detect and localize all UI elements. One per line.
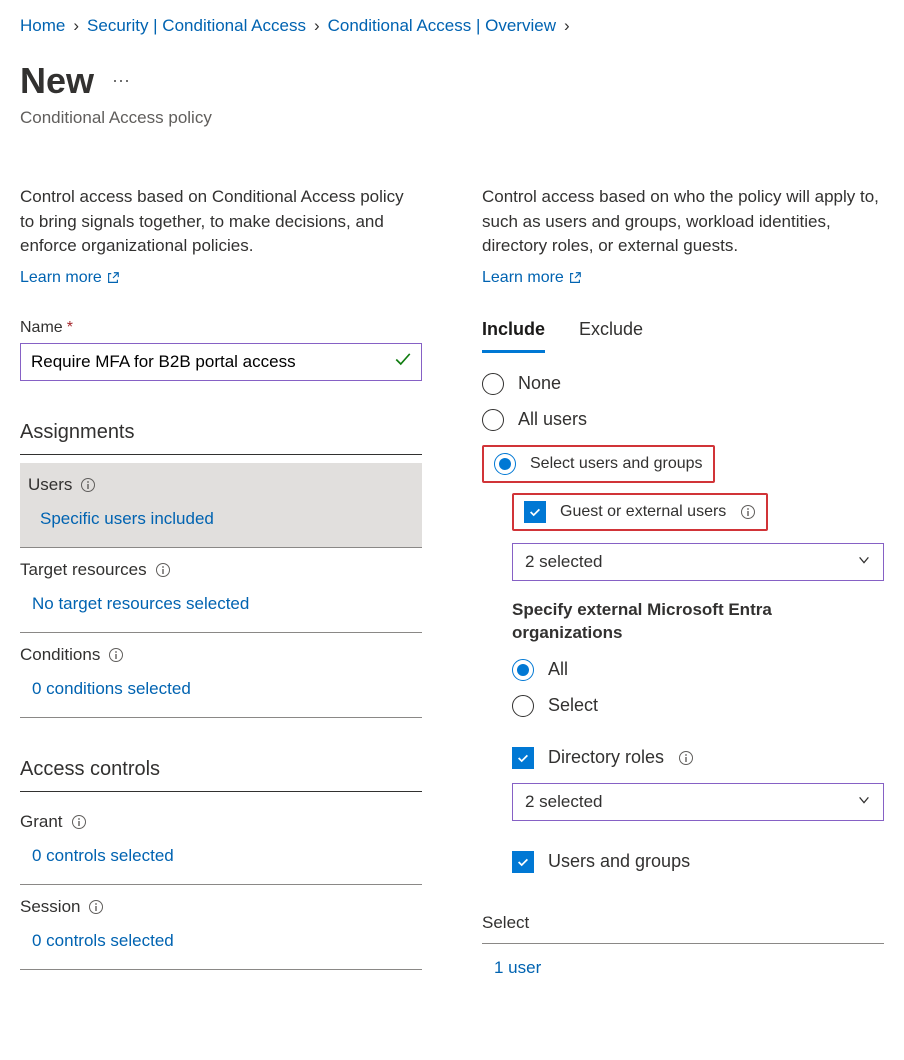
users-config-panel: Control access based on who the policy w… (482, 168, 884, 978)
checkbox-users-groups-label: Users and groups (548, 851, 690, 872)
breadcrumb-security[interactable]: Security | Conditional Access (87, 16, 306, 36)
checkbox-icon[interactable] (524, 501, 546, 523)
users-label: Users (28, 475, 72, 495)
highlight-guest-external: Guest or external users (512, 493, 768, 531)
page-subtitle: Conditional Access policy (20, 108, 884, 128)
more-actions-button[interactable]: ⋯ (112, 72, 132, 90)
target-resources-value[interactable]: No target resources selected (20, 594, 422, 614)
policy-name-input[interactable] (20, 343, 422, 381)
guest-types-dropdown[interactable]: 2 selected (512, 543, 884, 581)
option-org-select[interactable]: Select (512, 695, 884, 717)
option-all-users-label: All users (518, 409, 587, 430)
radio-icon[interactable] (512, 695, 534, 717)
grant-section[interactable]: Grant 0 controls selected (20, 800, 422, 885)
directory-roles-dropdown[interactable]: 2 selected (512, 783, 884, 821)
select-value[interactable]: 1 user (482, 958, 884, 978)
users-intro-text: Control access based on who the policy w… (482, 185, 884, 259)
session-section[interactable]: Session 0 controls selected (20, 885, 422, 970)
checkbox-directory-roles-label: Directory roles (548, 747, 664, 768)
grant-value[interactable]: 0 controls selected (20, 846, 422, 866)
chevron-down-icon (857, 792, 871, 812)
grant-label: Grant (20, 812, 63, 832)
session-value[interactable]: 0 controls selected (20, 931, 422, 951)
tab-exclude[interactable]: Exclude (579, 319, 643, 353)
info-icon[interactable] (88, 899, 104, 915)
option-all-users[interactable]: All users (482, 409, 884, 431)
access-controls-header: Access controls (20, 758, 422, 792)
chevron-right-icon: › (314, 16, 320, 36)
conditions-label: Conditions (20, 645, 100, 665)
checkmark-icon (394, 350, 412, 373)
option-org-all[interactable]: All (512, 659, 884, 681)
external-link-icon (568, 271, 582, 285)
option-org-select-label: Select (548, 695, 598, 716)
checkbox-icon[interactable] (512, 851, 534, 873)
name-label: Name* (20, 319, 422, 337)
tab-include[interactable]: Include (482, 319, 545, 353)
info-icon[interactable] (155, 562, 171, 578)
session-label: Session (20, 897, 80, 917)
directory-roles-value: 2 selected (525, 792, 603, 812)
info-icon[interactable] (678, 750, 694, 766)
learn-more-link-users[interactable]: Learn more (482, 269, 582, 287)
target-resources-section[interactable]: Target resources No target resources sel… (20, 548, 422, 633)
policy-intro-text: Control access based on Conditional Acce… (20, 185, 422, 259)
required-indicator: * (67, 319, 73, 336)
option-none[interactable]: None (482, 373, 884, 395)
target-resources-label: Target resources (20, 560, 147, 580)
conditions-value[interactable]: 0 conditions selected (20, 679, 422, 699)
checkbox-users-groups[interactable]: Users and groups (512, 851, 884, 873)
option-none-label: None (518, 373, 561, 394)
checkbox-directory-roles[interactable]: Directory roles (512, 747, 884, 769)
select-header: Select (482, 913, 884, 944)
conditions-section[interactable]: Conditions 0 conditions selected (20, 633, 422, 718)
chevron-down-icon (857, 552, 871, 572)
breadcrumb: Home › Security | Conditional Access › C… (20, 16, 884, 36)
assignments-header: Assignments (20, 421, 422, 455)
specify-orgs-label: Specify external Microsoft Entra organiz… (512, 599, 884, 645)
page-title: New (20, 60, 94, 102)
radio-icon[interactable] (482, 373, 504, 395)
checkbox-icon[interactable] (512, 747, 534, 769)
breadcrumb-overview[interactable]: Conditional Access | Overview (328, 16, 556, 36)
radio-icon[interactable] (494, 453, 516, 475)
highlight-select-users: Select users and groups (482, 445, 715, 483)
chevron-right-icon: › (564, 16, 570, 36)
info-icon[interactable] (740, 504, 756, 520)
users-value[interactable]: Specific users included (28, 509, 414, 529)
breadcrumb-home[interactable]: Home (20, 16, 65, 36)
radio-icon[interactable] (512, 659, 534, 681)
radio-icon[interactable] (482, 409, 504, 431)
option-select-users-label[interactable]: Select users and groups (530, 455, 703, 473)
info-icon[interactable] (108, 647, 124, 663)
info-icon[interactable] (80, 477, 96, 493)
users-section[interactable]: Users Specific users included (20, 463, 422, 548)
chevron-right-icon: › (73, 16, 79, 36)
checkbox-guest-external-label[interactable]: Guest or external users (560, 503, 726, 521)
left-panel: Control access based on Conditional Acce… (20, 168, 422, 970)
learn-more-link[interactable]: Learn more (20, 269, 120, 287)
guest-types-value: 2 selected (525, 552, 603, 572)
info-icon[interactable] (71, 814, 87, 830)
learn-more-label: Learn more (482, 269, 564, 287)
external-link-icon (106, 271, 120, 285)
learn-more-label: Learn more (20, 269, 102, 287)
include-exclude-tabs: Include Exclude (482, 319, 884, 353)
option-org-all-label: All (548, 659, 568, 680)
